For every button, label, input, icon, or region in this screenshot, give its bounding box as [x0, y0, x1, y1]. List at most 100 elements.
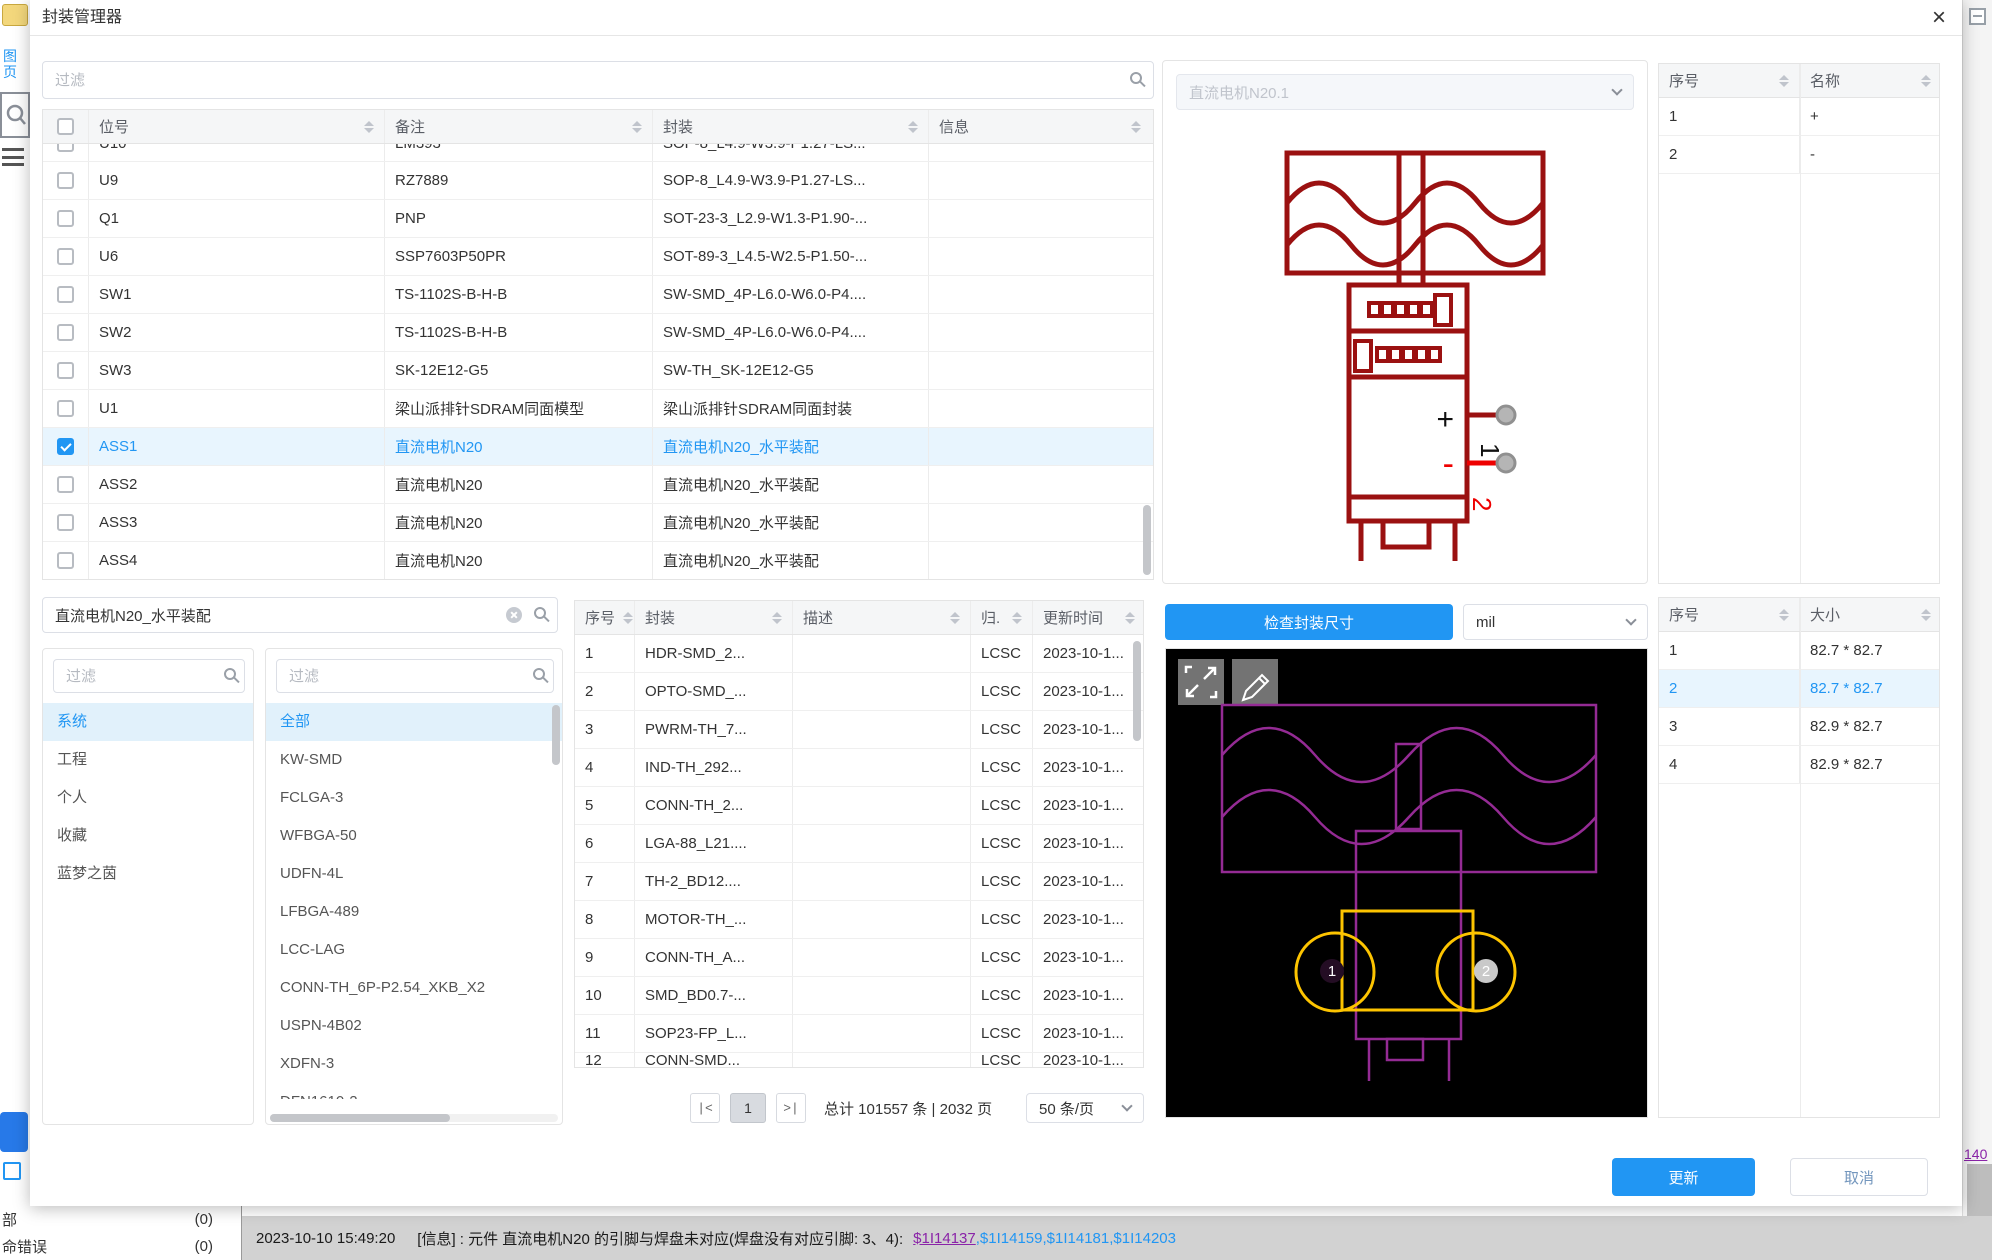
clear-icon[interactable]	[506, 607, 522, 623]
search-icon[interactable]	[1130, 72, 1142, 84]
size-row[interactable]: 3 82.9 * 82.7	[1659, 708, 1939, 746]
row-checkbox[interactable]	[57, 144, 74, 152]
result-row[interactable]: 5 CONN-TH_2... LCSC 2023-10-1...	[575, 787, 1143, 825]
parts-filter-input[interactable]	[42, 61, 1154, 99]
library-source-item[interactable]: 个人	[43, 779, 253, 817]
classification-item[interactable]: UDFN-4L	[266, 855, 562, 893]
result-row[interactable]: 2 OPTO-SMD_... LCSC 2023-10-1...	[575, 673, 1143, 711]
row-checkbox[interactable]	[57, 400, 74, 417]
search-icon[interactable]	[534, 607, 546, 619]
table-row[interactable]: Q1 PNP SOT-23-3_L2.9-W1.3-P1.90-...	[43, 200, 1153, 238]
classification-item[interactable]: LFBGA-489	[266, 893, 562, 931]
pin-row[interactable]: 1 +	[1659, 98, 1939, 136]
classification-item[interactable]: FCLGA-3	[266, 779, 562, 817]
row-checkbox[interactable]	[57, 324, 74, 341]
row-checkbox[interactable]	[57, 438, 74, 455]
result-row[interactable]: 9 CONN-TH_A... LCSC 2023-10-1...	[575, 939, 1143, 977]
sort-icon[interactable]	[942, 611, 960, 624]
sort-icon[interactable]	[1913, 608, 1931, 621]
result-row[interactable]: 3 PWRM-TH_7... LCSC 2023-10-1...	[575, 711, 1143, 749]
check-footprint-size-button[interactable]: 检查封装尺寸	[1165, 604, 1453, 640]
status-link[interactable]: $1I14137	[913, 1230, 976, 1247]
sort-icon[interactable]	[900, 120, 918, 133]
table-row[interactable]: ASS2 直流电机N20 直流电机N20_水平装配	[43, 466, 1153, 504]
classification-item[interactable]: LCC-LAG	[266, 931, 562, 969]
cancel-button[interactable]: 取消	[1790, 1158, 1928, 1196]
status-link[interactable]: $1I14203	[1113, 1230, 1176, 1247]
page-size-select[interactable]: 50 条/页	[1026, 1093, 1144, 1123]
table-row[interactable]: U9 RZ7889 SOP-8_L4.9-W3.9-P1.27-LS...	[43, 162, 1153, 200]
result-row[interactable]: 4 IND-TH_292... LCSC 2023-10-1...	[575, 749, 1143, 787]
footprint-search-input[interactable]	[42, 597, 558, 633]
sort-icon[interactable]	[356, 120, 374, 133]
last-page-button[interactable]: >|	[776, 1093, 806, 1123]
result-row[interactable]: 6 LGA-88_L21.... LCSC 2023-10-1...	[575, 825, 1143, 863]
table-row[interactable]: U6 SSP7603P50PR SOT-89-3_L4.5-W2.5-P1.50-.…	[43, 238, 1153, 276]
sort-icon[interactable]	[615, 611, 634, 624]
result-row[interactable]: 7 TH-2_BD12.... LCSC 2023-10-1...	[575, 863, 1143, 901]
row-checkbox[interactable]	[57, 172, 74, 189]
library-source-item[interactable]: 收藏	[43, 817, 253, 855]
result-row[interactable]: 10 SMD_BD0.7-... LCSC 2023-10-1...	[575, 977, 1143, 1015]
background-link[interactable]: 140	[1964, 1146, 1987, 1162]
row-checkbox[interactable]	[57, 286, 74, 303]
result-row[interactable]: 1 HDR-SMD_2... LCSC 2023-10-1...	[575, 635, 1143, 673]
classification-item[interactable]: KW-SMD	[266, 741, 562, 779]
sort-icon[interactable]	[1004, 611, 1022, 624]
library-source-item[interactable]: 蓝梦之茵	[43, 855, 253, 893]
table-row[interactable]: SW1 TS-1102S-B-H-B SW-SMD_4P-L6.0-W6.0-P4.…	[43, 276, 1153, 314]
row-checkbox[interactable]	[57, 476, 74, 493]
classification-item[interactable]: USPN-4B02	[266, 1007, 562, 1045]
library-filter-input[interactable]	[53, 659, 245, 693]
sort-icon[interactable]	[1117, 611, 1135, 624]
classification-item[interactable]: CONN-TH_6P-P2.54_XKB_X2	[266, 969, 562, 1007]
result-row[interactable]: 11 SOP23-FP_L... LCSC 2023-10-1...	[575, 1015, 1143, 1053]
table-row[interactable]: ASS1 直流电机N20 直流电机N20_水平装配	[43, 428, 1153, 466]
search-icon[interactable]	[224, 668, 236, 680]
table-row[interactable]: SW3 SK-12E12-G5 SW-TH_SK-12E12-G5	[43, 352, 1153, 390]
sort-icon[interactable]	[764, 611, 782, 624]
first-page-button[interactable]: |<	[690, 1093, 720, 1123]
sort-icon[interactable]	[624, 120, 642, 133]
classification-item[interactable]: DFN1610-2	[266, 1083, 562, 1099]
status-link[interactable]: $1I14181	[1047, 1230, 1110, 1247]
table-row[interactable]: SW2 TS-1102S-B-H-B SW-SMD_4P-L6.0-W6.0-P4.…	[43, 314, 1153, 352]
current-page-button[interactable]: 1	[730, 1093, 766, 1123]
symbol-select[interactable]: 直流电机N20.1	[1176, 74, 1634, 110]
close-icon[interactable]: ×	[1932, 2, 1946, 34]
scrollbar-thumb[interactable]	[270, 1114, 450, 1122]
sort-icon[interactable]	[1771, 608, 1789, 621]
classification-item[interactable]: XDFN-3	[266, 1045, 562, 1083]
sort-icon[interactable]	[1771, 74, 1789, 87]
table-row[interactable]: ASS3 直流电机N20 直流电机N20_水平装配	[43, 504, 1153, 542]
table-row[interactable]: U1 梁山派排针SDRAM同面模型 梁山派排针SDRAM同面封装	[43, 390, 1153, 428]
classification-item[interactable]: WFBGA-50	[266, 817, 562, 855]
sort-icon[interactable]	[1123, 120, 1141, 133]
row-checkbox[interactable]	[57, 552, 74, 569]
library-source-item[interactable]: 系统	[43, 703, 253, 741]
pin-row[interactable]: 2-	[1659, 136, 1939, 174]
scrollbar-thumb[interactable]	[1143, 505, 1151, 575]
horizontal-scrollbar[interactable]	[270, 1114, 558, 1122]
scrollbar-thumb[interactable]	[1133, 641, 1141, 741]
result-row[interactable]: 8 MOTOR-TH_... LCSC 2023-10-1...	[575, 901, 1143, 939]
unit-select[interactable]: mil	[1463, 604, 1648, 640]
size-row[interactable]: 4 82.9 * 82.7	[1659, 746, 1939, 784]
result-row[interactable]: 12 CONN-SMD... LCSC 2023-10-1...	[575, 1053, 1143, 1067]
row-checkbox[interactable]	[57, 248, 74, 265]
size-row[interactable]: 1 82.7 * 82.7	[1659, 632, 1939, 670]
select-all-checkbox[interactable]	[57, 118, 74, 135]
classification-item[interactable]: 全部	[266, 703, 562, 741]
row-checkbox[interactable]	[57, 210, 74, 227]
row-checkbox[interactable]	[57, 514, 74, 531]
scrollbar-thumb[interactable]	[552, 705, 560, 765]
table-row[interactable]: ASS4 直流电机N20 直流电机N20_水平装配	[43, 542, 1153, 579]
class-filter-input[interactable]	[276, 659, 554, 693]
update-button[interactable]: 更新	[1612, 1158, 1755, 1196]
status-link[interactable]: $1I14159	[980, 1230, 1043, 1247]
sort-icon[interactable]	[1913, 74, 1931, 87]
size-row[interactable]: 2 82.7 * 82.7	[1659, 670, 1939, 708]
table-row[interactable]: U10LM393SOP-8_L4.9-W3.9-P1.27-LS...	[43, 144, 1153, 162]
library-source-item[interactable]: 工程	[43, 741, 253, 779]
search-icon[interactable]	[533, 668, 545, 680]
